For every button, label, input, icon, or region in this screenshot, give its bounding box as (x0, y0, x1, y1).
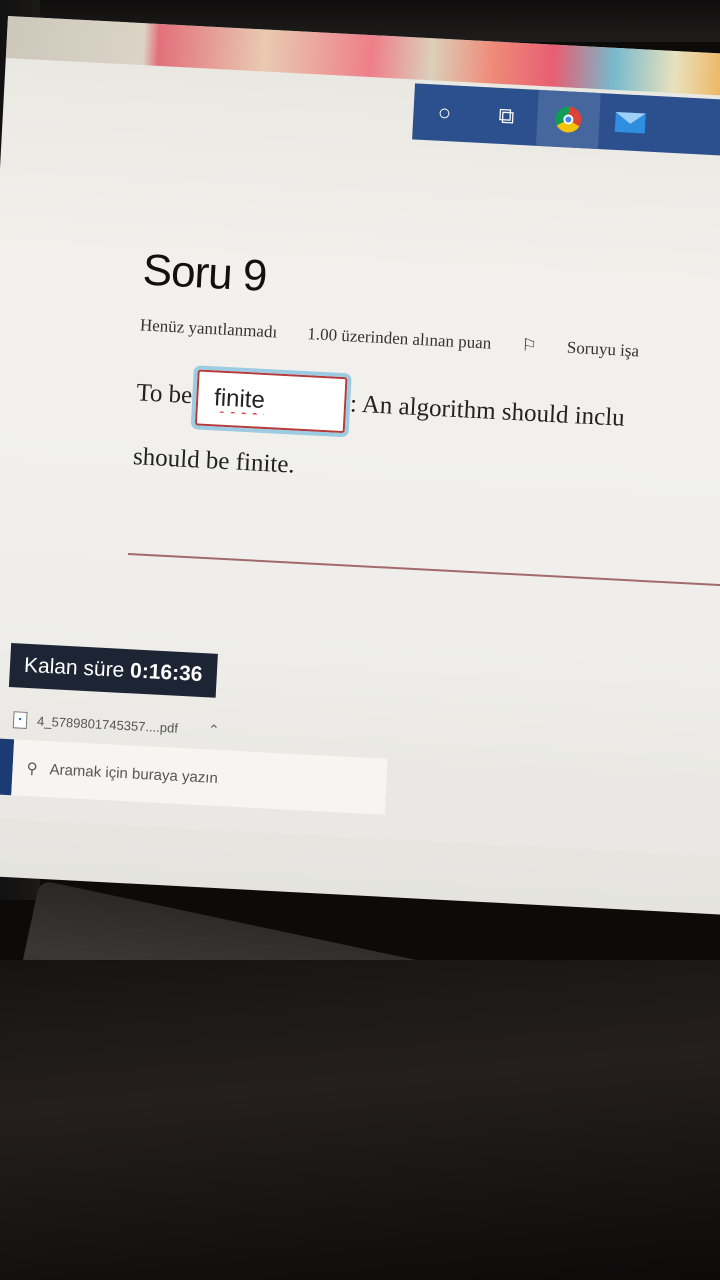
question-text-before: To be (135, 379, 193, 410)
cortana-icon: ○ (437, 99, 452, 126)
taskbar-search[interactable]: ⚲ Aramak için buraya yazın (11, 739, 388, 815)
chrome-icon (554, 105, 583, 134)
question-text: To be : An algorithm should inclu should … (131, 361, 720, 522)
cortana-button[interactable]: ○ (412, 83, 477, 142)
chrome-taskbar-button[interactable] (535, 89, 601, 150)
question-text-continued: should be finite. (132, 443, 296, 479)
chevron-up-icon[interactable]: ⌃ (207, 721, 220, 739)
time-remaining-value: 0:16:36 (129, 659, 204, 687)
question-text-after: : An algorithm should inclu (349, 390, 626, 432)
question-points: 1.00 üzerinden alınan puan (306, 324, 492, 353)
taskbar-search-placeholder: Aramak için buraya yazın (49, 760, 219, 787)
task-view-button[interactable]: ⧉ (474, 87, 539, 146)
taskbar: ⚲ Aramak için buraya yazın (0, 737, 720, 857)
question-title: Soru 9 (141, 245, 268, 301)
screen: Soru 9 Henüz yanıtlanmadı 1.00 üzerinden… (0, 16, 720, 915)
divider (127, 553, 720, 588)
answer-input[interactable] (190, 365, 352, 439)
pdf-file-icon: ▪ (12, 711, 28, 729)
flag-icon: ⚐ (520, 335, 538, 356)
search-icon: ⚲ (26, 760, 39, 778)
mail-taskbar-button[interactable] (598, 93, 663, 152)
download-item[interactable]: ▪ 4_5789801745357....pdf ⌃ (12, 711, 254, 741)
download-filename: 4_5789801745357....pdf (36, 713, 179, 736)
taskbar-apps: ○ ⧉ (412, 83, 720, 158)
mail-icon (614, 111, 646, 134)
task-view-icon: ⧉ (497, 102, 515, 129)
time-remaining-label: Kalan süre (23, 653, 125, 682)
time-remaining-box: Kalan süre 0:16:36 (8, 643, 218, 698)
question-info: Henüz yanıtlanmadı 1.00 üzerinden alınan… (139, 315, 720, 366)
laptop-keyboard-deck (0, 960, 720, 1280)
flag-question-label: Soruyu işa (566, 337, 640, 361)
flag-question-link[interactable]: ⚐ Soruyu işa (521, 335, 666, 361)
answer-status: Henüz yanıtlanmadı (139, 315, 278, 342)
